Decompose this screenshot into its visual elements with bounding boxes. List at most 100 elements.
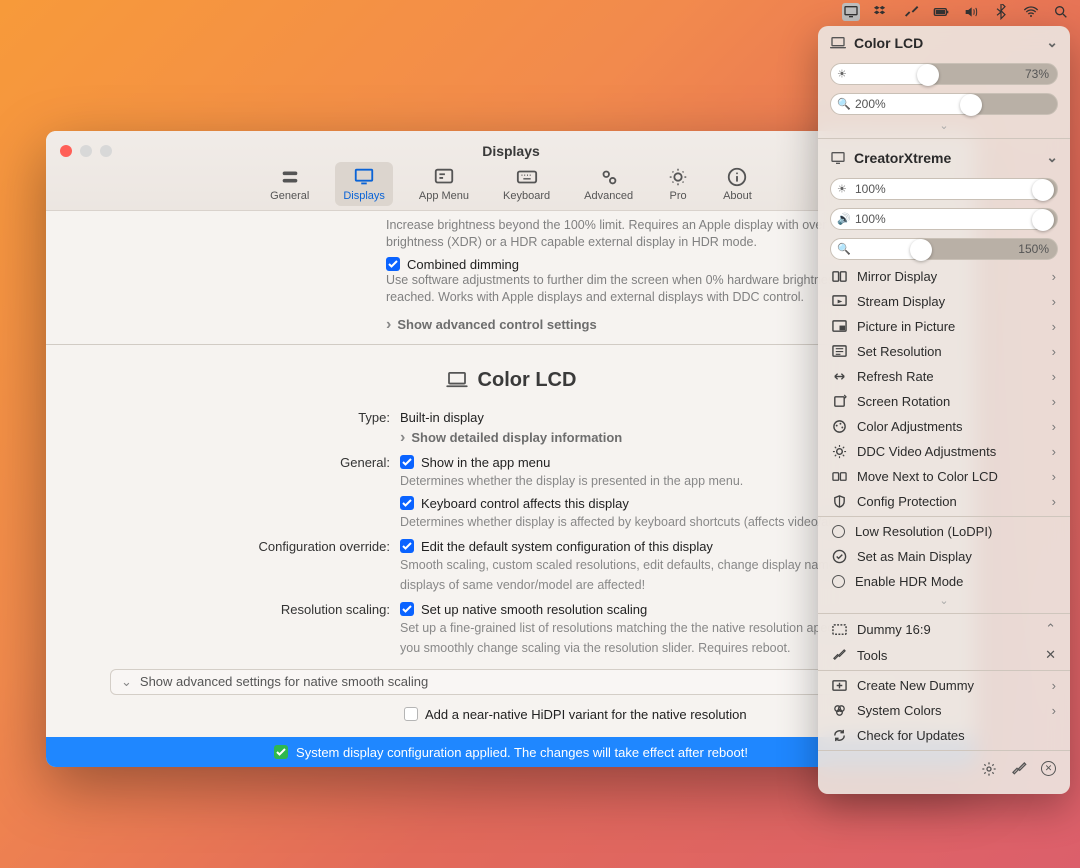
type-label: Type: [68, 410, 400, 425]
chevron-right-icon: › [1052, 319, 1056, 334]
mirror-icon [832, 269, 847, 284]
volume-icon: 🔊 [837, 213, 851, 226]
native-scaling-checkbox[interactable] [400, 602, 414, 616]
tab-displays[interactable]: Displays [335, 162, 393, 206]
pip-icon [832, 319, 847, 334]
general-label: General: [68, 455, 400, 470]
menu-ddc-video-adjustments[interactable]: DDC Video Adjustments› [818, 439, 1070, 464]
tools-footer-icon[interactable] [1011, 761, 1027, 782]
color-lcd-zoom-slider[interactable]: 🔍200% [830, 93, 1058, 115]
stream-icon [832, 294, 847, 309]
settings-icon[interactable] [981, 761, 997, 782]
chevron-right-icon: › [1052, 369, 1056, 384]
chevron-up-icon: ⌃ [1045, 621, 1056, 637]
combined-dimming-label: Combined dimming [407, 257, 519, 272]
wifi-icon[interactable] [1022, 3, 1040, 21]
radio-icon [832, 525, 845, 538]
tab-pro[interactable]: Pro [659, 162, 697, 206]
action-system-colors[interactable]: System Colors› [818, 698, 1070, 723]
menu-refresh-rate[interactable]: Refresh Rate› [818, 364, 1070, 389]
chevron-right-icon: › [1052, 494, 1056, 509]
quit-icon[interactable]: ✕ [1041, 761, 1056, 776]
chevron-right-icon: › [1052, 678, 1056, 693]
panel-footer: ✕ [818, 753, 1070, 788]
menu-stream-display[interactable]: Stream Display› [818, 289, 1070, 314]
add-hidpi-variant-checkbox[interactable] [404, 707, 418, 721]
laptop-icon [446, 372, 468, 388]
menu-color-adjustments[interactable]: Color Adjustments› [818, 414, 1070, 439]
chevron-right-icon: › [1052, 444, 1056, 459]
menu-mirror-display[interactable]: Mirror Display› [818, 264, 1070, 289]
tab-advanced[interactable]: Advanced [576, 162, 641, 206]
tab-app-menu[interactable]: App Menu [411, 162, 477, 206]
config-override-label: Configuration override: [68, 539, 400, 554]
creator-volume-slider[interactable]: 🔊100% [830, 208, 1058, 230]
option-set-as-main-display[interactable]: Set as Main Display [818, 544, 1070, 569]
dummy-row[interactable]: Dummy 16:9 ⌃ [818, 616, 1070, 642]
color-lcd-brightness-slider[interactable]: ☀73% [830, 63, 1058, 85]
bluetooth-icon[interactable] [992, 3, 1010, 21]
plus-icon [832, 678, 847, 693]
show-advanced-smooth-scaling[interactable]: Show advanced settings for native smooth… [110, 669, 912, 695]
setres-icon [832, 344, 847, 359]
radio-icon [832, 575, 845, 588]
action-check-for-updates[interactable]: Check for Updates [818, 723, 1070, 748]
check-circle-icon [832, 549, 847, 564]
tools-row[interactable]: Tools [818, 642, 1070, 668]
tab-about[interactable]: About [715, 162, 760, 206]
chevron-down-icon: ⌄ [1046, 149, 1058, 166]
show-in-menu-checkbox[interactable] [400, 455, 414, 469]
colors-icon [832, 419, 847, 434]
brightness-icon: ☀ [837, 68, 847, 81]
action-create-new-dummy[interactable]: Create New Dummy› [818, 673, 1070, 698]
shield-icon [832, 494, 847, 509]
creator-brightness-slider[interactable]: ☀100% [830, 178, 1058, 200]
volume-icon[interactable] [962, 3, 980, 21]
menubar [832, 0, 1080, 24]
chevron-right-icon: › [1052, 469, 1056, 484]
expand-grip-1[interactable]: ⌄ [818, 119, 1070, 136]
tab-keyboard[interactable]: Keyboard [495, 162, 558, 206]
tools-icon[interactable] [902, 3, 920, 21]
zoom-icon: 🔍 [837, 98, 851, 111]
display-menu-icon[interactable] [842, 3, 860, 21]
update-icon [832, 728, 847, 743]
swatch-icon [832, 703, 847, 718]
option-enable-hdr-mode[interactable]: Enable HDR Mode [818, 569, 1070, 594]
rotate-icon [832, 394, 847, 409]
menu-move-next-to-color-lcd[interactable]: Move Next to Color LCD› [818, 464, 1070, 489]
creator-zoom-slider[interactable]: 🔍150% [830, 238, 1058, 260]
menu-picture-in-picture[interactable]: Picture in Picture› [818, 314, 1070, 339]
brightness-icon: ☀ [837, 183, 847, 196]
laptop-icon [830, 37, 846, 49]
menu-config-protection[interactable]: Config Protection› [818, 489, 1070, 514]
search-icon[interactable] [1052, 3, 1070, 21]
chevron-right-icon: › [1052, 294, 1056, 309]
chevron-right-icon: › [1052, 344, 1056, 359]
chevron-down-icon: ⌄ [1046, 34, 1058, 51]
resolution-scaling-label: Resolution scaling: [68, 602, 400, 617]
expand-grip-2[interactable]: ⌄ [818, 594, 1070, 611]
refresh-icon [832, 369, 847, 384]
chevron-right-icon: › [1052, 703, 1056, 718]
tools-icon [832, 648, 847, 663]
option-low-resolution-lodpi-[interactable]: Low Resolution (LoDPI) [818, 519, 1070, 544]
display-menu-panel: Color LCD ⌄ ☀73% 🔍200% ⌄ CreatorXtreme ⌄… [818, 26, 1070, 794]
panel-header-color-lcd[interactable]: Color LCD ⌄ [818, 26, 1070, 59]
tab-general[interactable]: General [262, 162, 317, 206]
chevron-right-icon: › [1052, 269, 1056, 284]
menu-screen-rotation[interactable]: Screen Rotation› [818, 389, 1070, 414]
battery-icon[interactable] [932, 3, 950, 21]
chevron-right-icon: › [1052, 394, 1056, 409]
panel-header-creatorxtreme[interactable]: CreatorXtreme ⌄ [818, 141, 1070, 174]
combined-dimming-checkbox[interactable] [386, 257, 400, 271]
keyboard-control-checkbox[interactable] [400, 496, 414, 510]
menu-set-resolution[interactable]: Set Resolution› [818, 339, 1070, 364]
move-icon [832, 469, 847, 484]
dummy-icon [832, 622, 847, 637]
edit-config-checkbox[interactable] [400, 539, 414, 553]
dropbox-icon[interactable] [872, 3, 890, 21]
close-icon[interactable] [1045, 647, 1056, 663]
check-icon [274, 745, 288, 759]
ddc-icon [832, 444, 847, 459]
